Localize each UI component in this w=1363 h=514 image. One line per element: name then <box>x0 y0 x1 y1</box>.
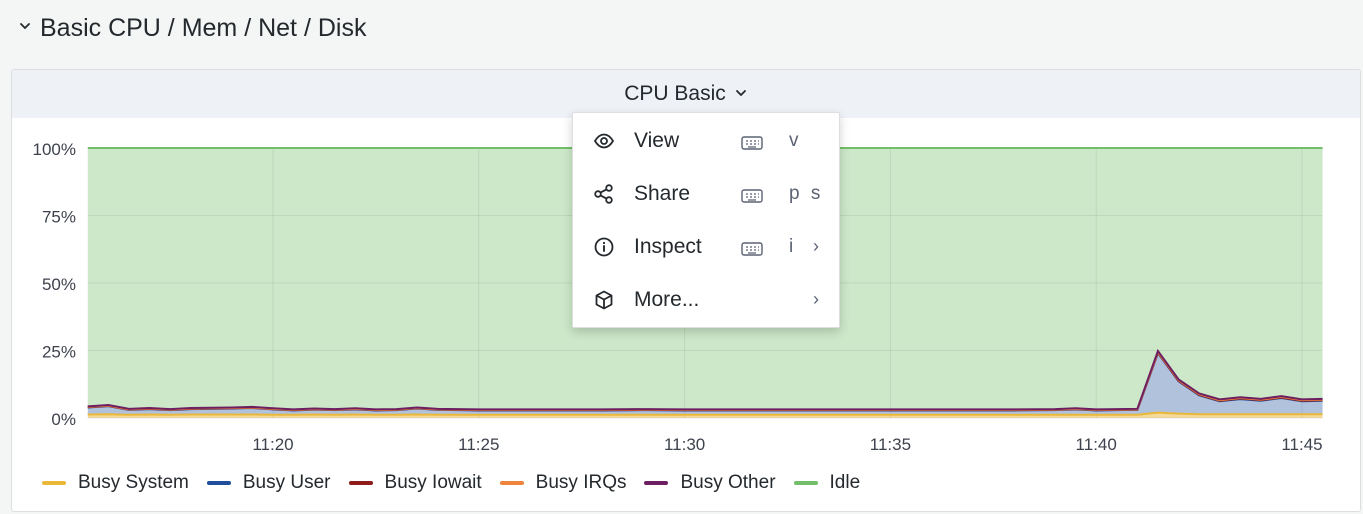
legend-item-busy-other[interactable]: Busy Other <box>644 472 776 494</box>
menu-item-more[interactable]: More... › <box>573 273 839 326</box>
y-tick-label: 0% <box>51 410 76 429</box>
legend-item-busy-system[interactable]: Busy System <box>42 472 189 494</box>
info-circle-icon <box>593 236 615 258</box>
menu-shortcut: i <box>789 235 797 257</box>
menu-item-share[interactable]: Share p s <box>573 167 839 220</box>
menu-item-label: View <box>634 128 680 152</box>
x-tick-label: 11:25 <box>458 435 499 454</box>
y-tick-label: 75% <box>42 208 76 227</box>
cube-icon <box>593 289 615 311</box>
row-title: Basic CPU / Mem / Net / Disk <box>40 13 367 42</box>
legend-item-idle[interactable]: Idle <box>793 472 861 494</box>
y-tick-label: 50% <box>42 275 76 294</box>
legend-swatch <box>644 481 669 485</box>
x-tick-label: 11:40 <box>1076 435 1117 454</box>
legend-label: Busy Iowait <box>384 472 482 493</box>
legend-item-busy-irqs[interactable]: Busy IRQs <box>499 472 627 494</box>
x-tick-label: 11:35 <box>870 435 911 454</box>
menu-item-inspect[interactable]: Inspect i › <box>573 220 839 273</box>
row-header[interactable]: Basic CPU / Mem / Net / Disk <box>18 10 366 46</box>
menu-item-label: Inspect <box>634 234 702 258</box>
legend-label: Busy IRQs <box>535 472 627 493</box>
y-tick-label: 100% <box>33 140 76 159</box>
x-tick-label: 11:30 <box>664 435 705 454</box>
legend-label: Busy User <box>242 472 331 493</box>
legend-label: Busy Other <box>680 472 776 493</box>
legend-swatch <box>499 481 524 485</box>
legend-label: Idle <box>829 472 861 493</box>
x-tick-label: 11:45 <box>1281 435 1322 454</box>
legend-swatch <box>793 481 818 485</box>
keyboard-icon <box>741 186 763 203</box>
menu-shortcut: v <box>789 129 802 151</box>
legend: Busy System Busy User Busy Iowait Busy IRQs… <box>42 472 878 494</box>
keyboard-icon <box>741 133 763 150</box>
x-tick-label: 11:20 <box>252 435 293 454</box>
share-icon <box>593 183 615 205</box>
menu-item-label: More... <box>634 287 700 311</box>
chevron-right-icon: › <box>813 236 819 256</box>
legend-swatch <box>42 481 66 485</box>
y-tick-label: 25% <box>42 343 76 362</box>
keyboard-icon <box>741 239 763 256</box>
menu-item-label: Share <box>634 181 691 205</box>
legend-item-busy-iowait[interactable]: Busy Iowait <box>348 472 482 494</box>
chevron-right-icon: › <box>813 289 819 309</box>
legend-swatch <box>206 481 231 485</box>
legend-item-busy-user[interactable]: Busy User <box>206 472 331 494</box>
eye-icon <box>593 130 615 152</box>
legend-label: Busy System <box>78 472 189 493</box>
menu-shortcut: p s <box>789 182 824 204</box>
legend-swatch <box>348 481 373 485</box>
panel-menu: View v Share p s Inspect i › More... › <box>572 112 840 328</box>
chevron-down-icon <box>18 19 36 38</box>
menu-item-view[interactable]: View v <box>573 114 839 167</box>
